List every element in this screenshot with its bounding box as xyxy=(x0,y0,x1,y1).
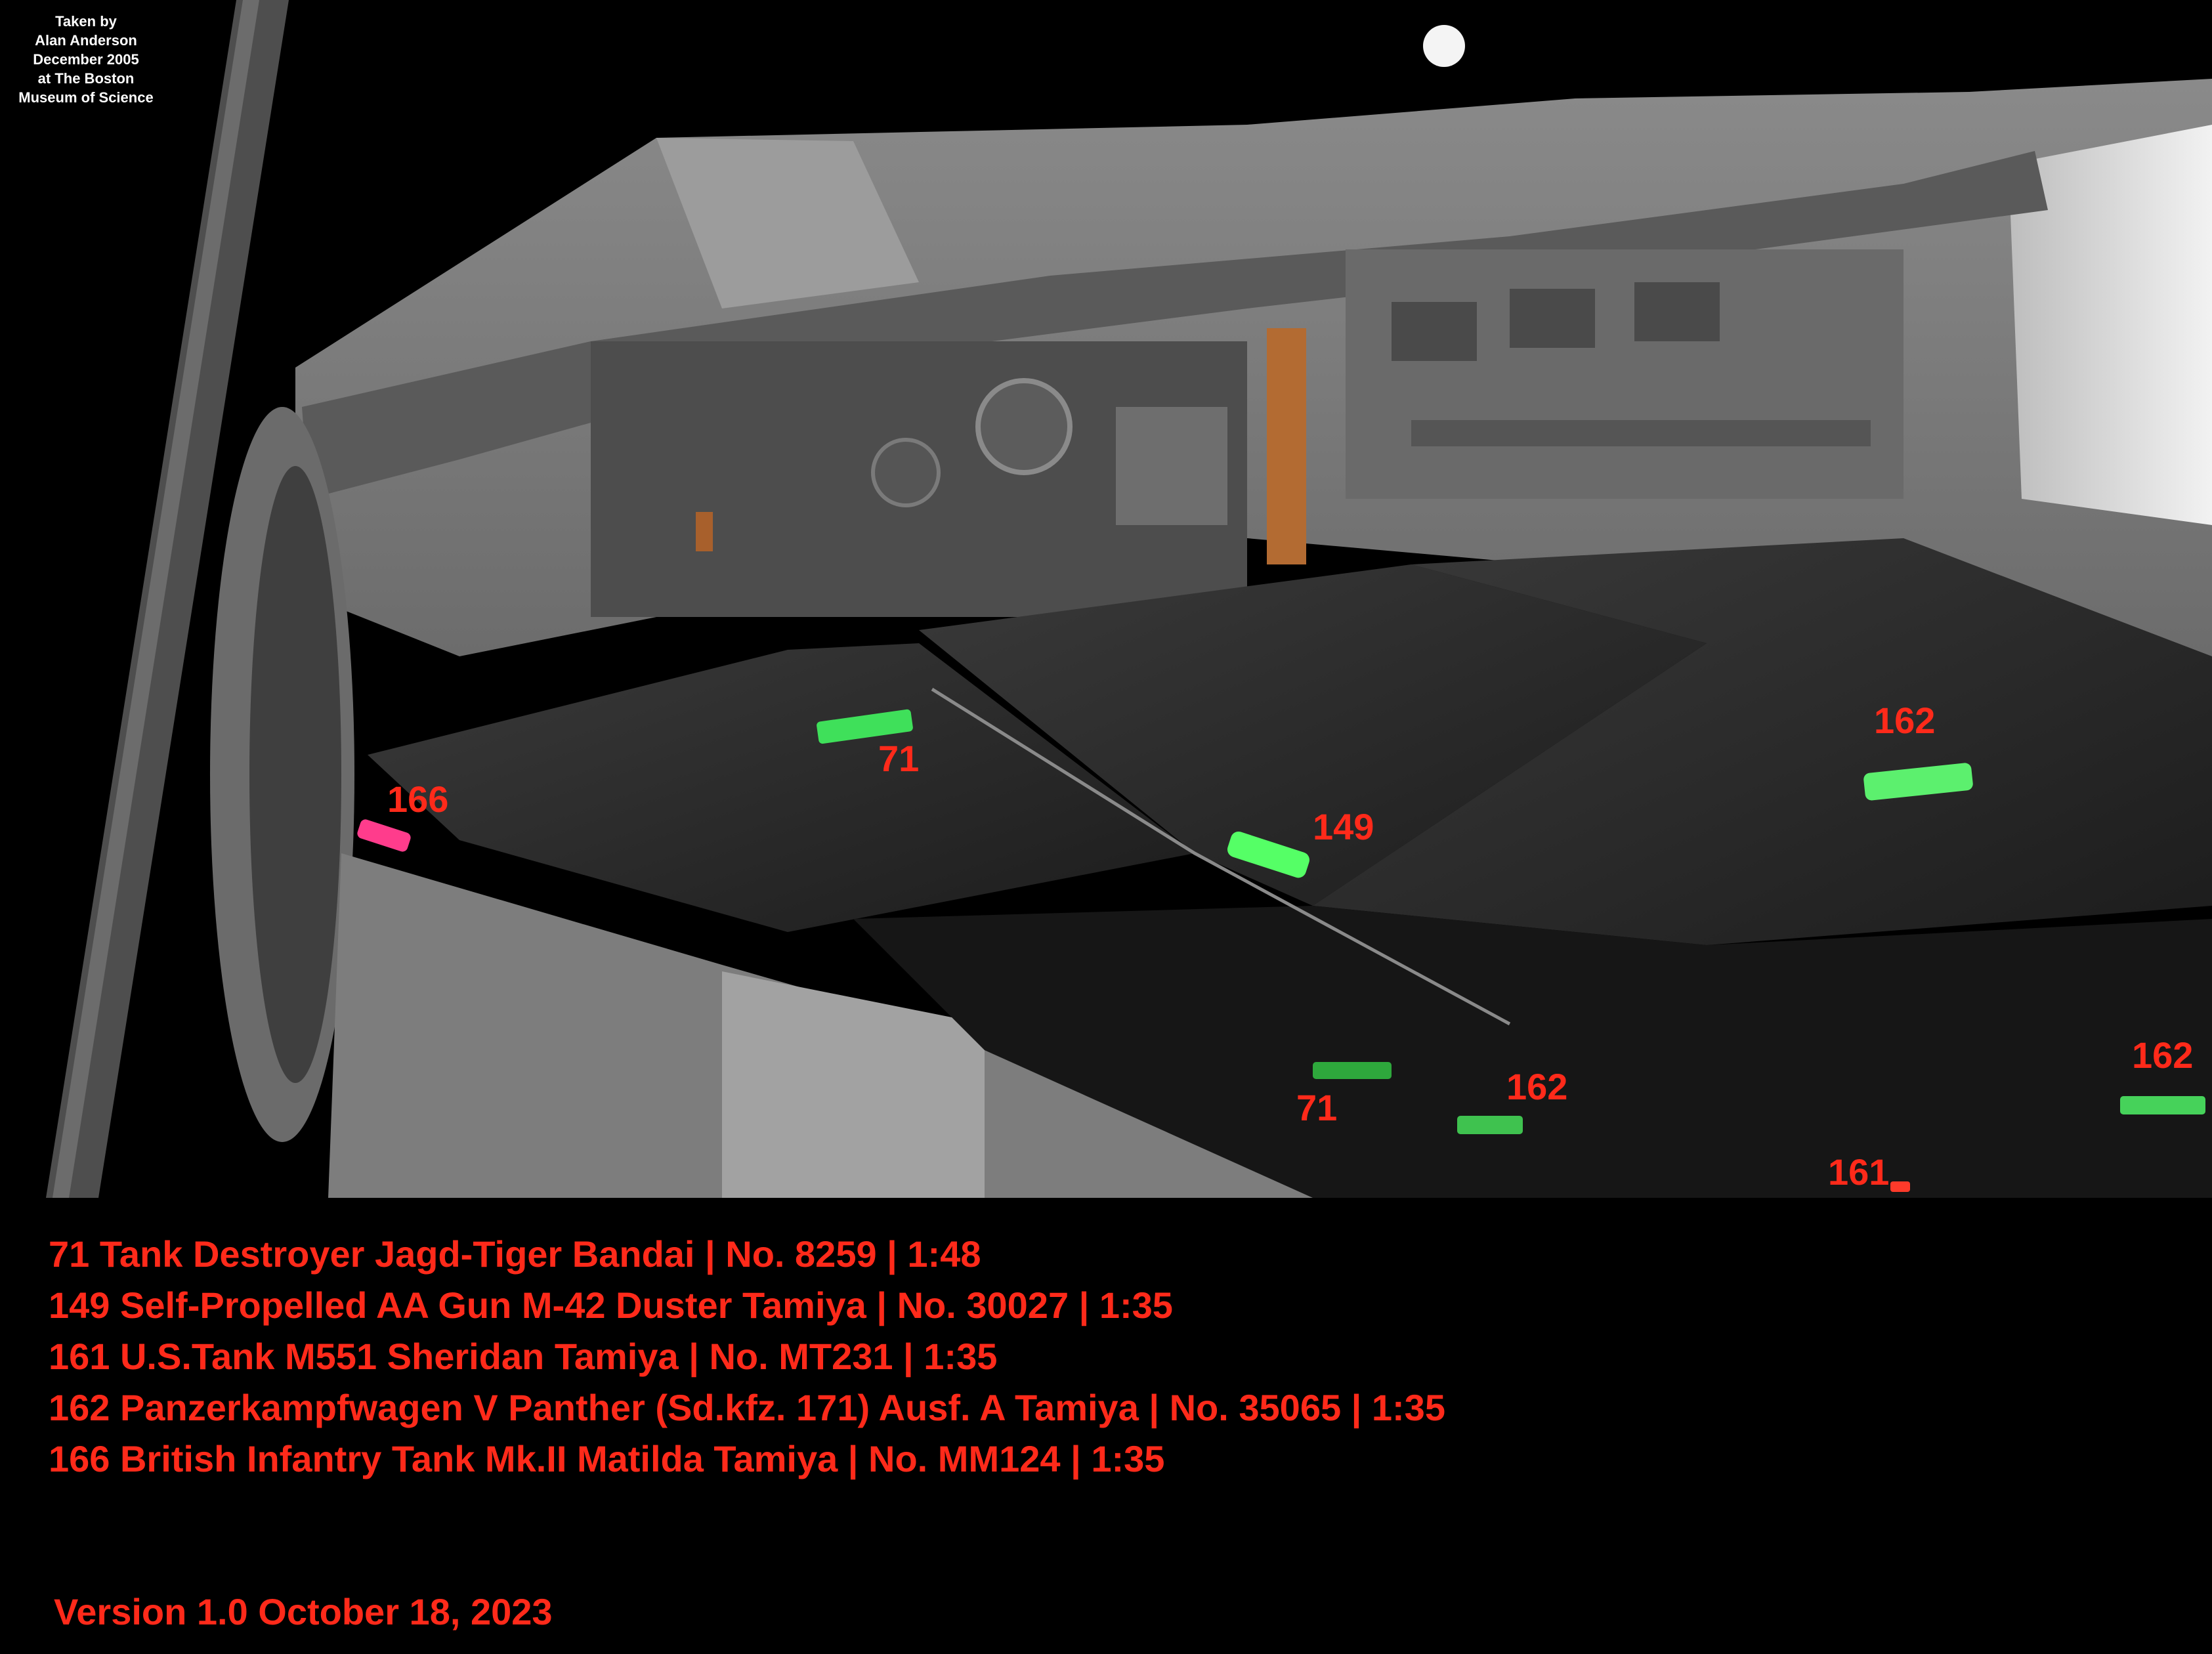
legend: 71 Tank Destroyer Jagd-Tiger Bandai | No… xyxy=(49,1229,1445,1485)
legend-item: 162 Panzerkampfwagen V Panther (Sd.kfz. … xyxy=(49,1387,1445,1428)
tank-marker-162-right xyxy=(2120,1096,2205,1114)
credit-line: Museum of Science xyxy=(18,89,154,106)
photo-credit: Taken by Alan Anderson December 2005 at … xyxy=(0,12,172,107)
callout-71-upper: 71 xyxy=(878,738,920,779)
callout-149: 149 xyxy=(1313,806,1374,847)
legend-item: 166 British Infantry Tank Mk.II Matilda … xyxy=(49,1438,1165,1479)
legend-item: 161 U.S.Tank M551 Sheridan Tamiya | No. … xyxy=(49,1336,998,1377)
callout-166: 166 xyxy=(387,778,449,820)
callout-162-upper: 162 xyxy=(1874,700,1936,741)
equipment-rack xyxy=(1346,249,1904,499)
model-photo xyxy=(0,0,2212,1198)
tank-marker-162-mid xyxy=(1457,1116,1523,1134)
callout-162-mid: 162 xyxy=(1506,1066,1568,1107)
credit-line: Taken by xyxy=(55,13,117,30)
callout-161: 161 xyxy=(1828,1151,1890,1193)
ceiling-light xyxy=(1423,25,1465,67)
credit-line: December 2005 xyxy=(33,51,139,68)
tank-marker-161 xyxy=(1890,1181,1910,1192)
callout-162-right: 162 xyxy=(2132,1034,2194,1076)
legend-item: 71 Tank Destroyer Jagd-Tiger Bandai | No… xyxy=(49,1233,981,1275)
credit-line: at The Boston xyxy=(37,70,135,87)
callout-71-lower: 71 xyxy=(1296,1087,1338,1128)
tank-marker-71-lower xyxy=(1313,1062,1392,1079)
version-label: Version 1.0 October 18, 2023 xyxy=(54,1591,553,1632)
legend-item: 149 Self-Propelled AA Gun M-42 Duster Ta… xyxy=(49,1284,1173,1326)
credit-line: Alan Anderson xyxy=(35,32,137,49)
